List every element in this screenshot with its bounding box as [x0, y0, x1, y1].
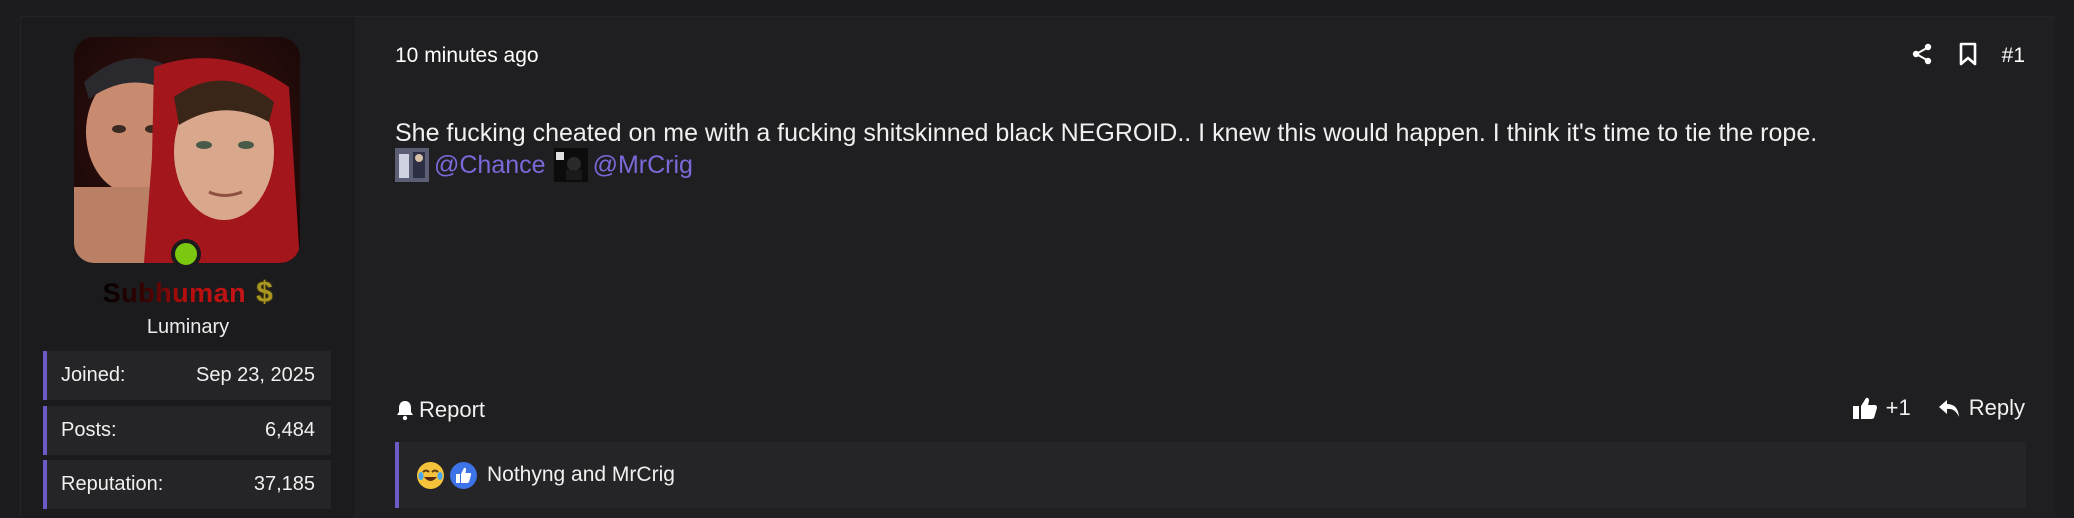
stat-label: Joined: — [61, 364, 126, 386]
like-count: +1 — [1885, 395, 1911, 420]
share-icon[interactable] — [1910, 42, 1934, 71]
user-info-panel: Subhuman $ Luminary Joined: Sep 23, 2025 … — [21, 17, 355, 518]
reactions-bar[interactable]: Nothyng and MrCrig — [395, 442, 2026, 508]
mention-avatar-icon — [553, 148, 588, 182]
like-button[interactable]: +1 — [1852, 395, 1911, 421]
like-reaction-icon — [450, 461, 477, 489]
post-timestamp[interactable]: 10 minutes ago — [395, 44, 539, 68]
mention-avatar-icon — [395, 148, 429, 182]
stat-value: 6,484 — [264, 419, 315, 441]
post-footer-actions: +1 Reply — [1852, 395, 2025, 421]
user-title: Luminary — [146, 316, 230, 338]
report-label: Report — [419, 397, 486, 422]
stat-value: Sep 23, 2025 — [196, 364, 315, 386]
online-status-indicator — [171, 239, 201, 269]
bookmark-icon[interactable] — [1958, 42, 1978, 71]
mention-chance[interactable]: @Chance — [395, 148, 546, 182]
mention-mrcrig[interactable]: @MrCrig — [553, 148, 693, 182]
reply-arrow-icon — [1938, 400, 1959, 417]
reply-button[interactable]: Reply — [1937, 395, 2025, 421]
post-header-actions: #1 — [1910, 39, 2025, 73]
crying-laughing-emoji-icon — [417, 461, 444, 489]
stat-value: 37,185 — [253, 473, 315, 495]
avatar[interactable] — [74, 37, 300, 263]
post-container: Subhuman $ Luminary Joined: Sep 23, 2025 … — [20, 16, 2055, 518]
reactions-summary: Nothyng and MrCrig — [487, 463, 675, 486]
dollar-badge-icon: $ — [256, 276, 274, 309]
stat-label: Reputation: — [61, 473, 164, 495]
reply-label: Reply — [1968, 395, 2025, 420]
mention-label: @Chance — [434, 150, 546, 179]
mention-label: @MrCrig — [592, 150, 693, 179]
username[interactable]: Subhuman $ — [21, 276, 355, 310]
stat-reputation: Reputation: 37,185 — [43, 460, 331, 509]
stat-joined: Joined: Sep 23, 2025 — [43, 351, 331, 400]
stat-posts: Posts: 6,484 — [43, 406, 331, 455]
post-number-link[interactable]: #1 — [2002, 44, 2025, 68]
stat-label: Posts: — [61, 419, 117, 441]
report-button[interactable]: Report — [395, 397, 485, 423]
mentions-row: @Chance @MrCrig — [395, 148, 701, 182]
bell-icon — [397, 401, 413, 421]
post-body: She fucking cheated on me with a fucking… — [395, 119, 1818, 147]
message-content: 10 minutes ago #1 She fucking cheated on… — [355, 17, 2055, 518]
thumbs-up-icon — [1852, 397, 1877, 419]
